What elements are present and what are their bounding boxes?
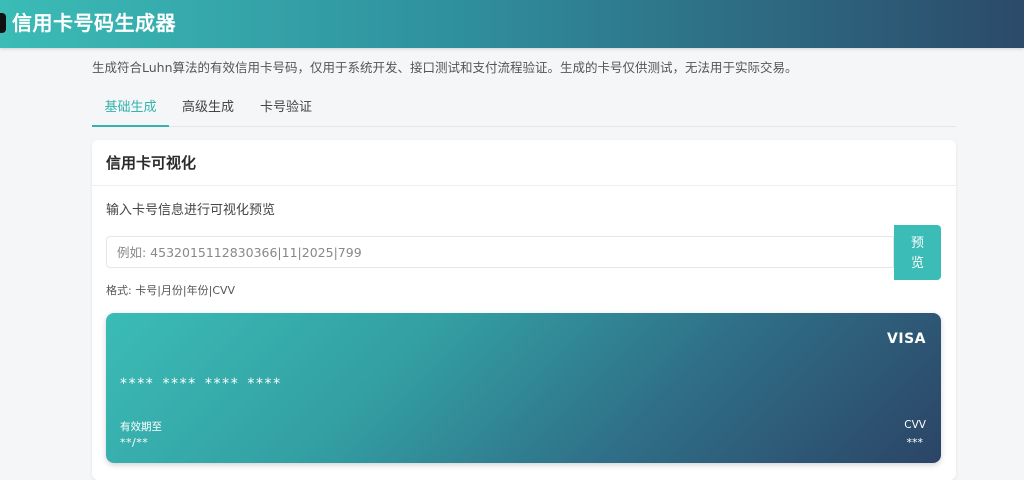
app-header: 信用卡号码生成器 xyxy=(0,0,1024,48)
cvv-label: CVV xyxy=(904,419,926,431)
expiry-label: 有效期至 xyxy=(120,421,162,433)
page-title: 信用卡号码生成器 xyxy=(12,11,176,35)
logo-icon xyxy=(0,13,6,33)
tab-card-verify[interactable]: 卡号验证 xyxy=(247,92,325,125)
card-visualization-panel: 信用卡可视化 输入卡号信息进行可视化预览 预览 格式: 卡号|月份|年份|CVV… xyxy=(92,140,956,480)
format-hint: 格式: 卡号|月份|年份|CVV xyxy=(106,284,236,297)
card-number: **** **** **** **** xyxy=(120,376,282,392)
tab-basic-generate[interactable]: 基础生成 xyxy=(92,92,169,127)
expiry-value: **/** xyxy=(120,436,149,449)
tab-bar: 基础生成 高级生成 卡号验证 xyxy=(92,92,956,127)
page-description: 生成符合Luhn算法的有效信用卡号码，仅用于系统开发、接口测试和支付流程验证。生… xyxy=(92,60,798,75)
cvv-value: *** xyxy=(906,436,924,449)
tab-advanced-generate[interactable]: 高级生成 xyxy=(169,92,247,125)
preview-button[interactable]: 预览 xyxy=(894,225,941,280)
card-info-input[interactable] xyxy=(106,236,894,268)
panel-title: 信用卡可视化 xyxy=(106,154,197,172)
card-brand: VISA xyxy=(887,331,926,347)
panel-header: 信用卡可视化 xyxy=(92,140,956,186)
credit-card-preview: VISA **** **** **** **** 有效期至 **/** CVV … xyxy=(106,313,941,463)
card-input-label: 输入卡号信息进行可视化预览 xyxy=(106,203,276,218)
